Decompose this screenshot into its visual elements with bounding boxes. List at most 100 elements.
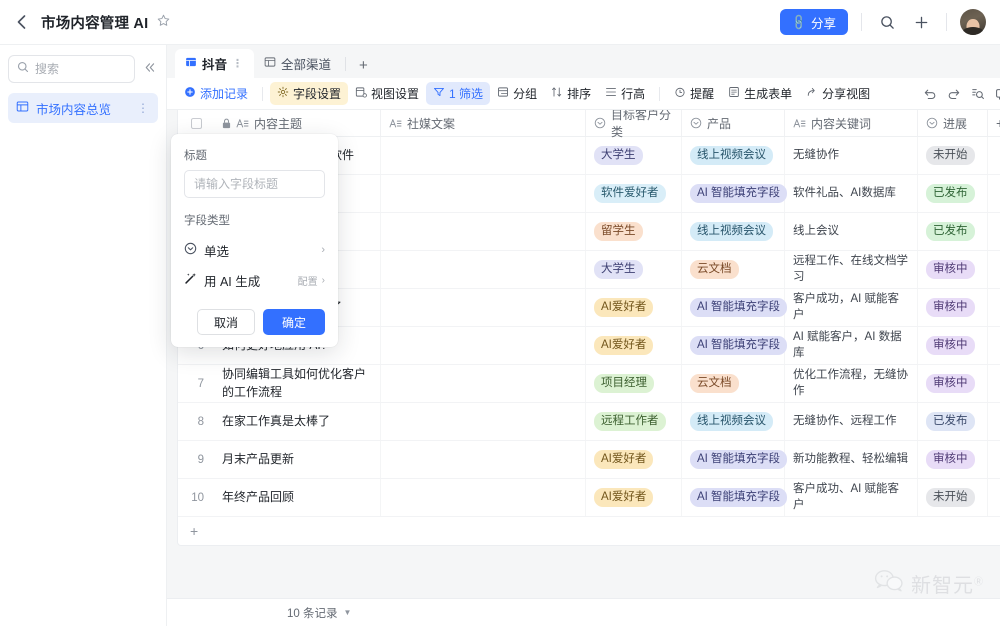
table-row[interactable]: 9 月末产品更新 AI爱好者 AI 智能填充字段 新功能教程、轻松编辑 审核中 [178,441,1000,479]
chevron-double-left-icon[interactable] [141,59,158,79]
table-row[interactable]: 8 在家工作真是太棒了 远程工作者 线上视频会议 无缝协作、远程工作 已发布 [178,403,1000,441]
search-input[interactable] [35,62,126,76]
cell-keywords[interactable]: 线上会议 [785,213,918,250]
cell-keywords[interactable]: 优化工作流程，无缝协作 [785,365,918,402]
add-column-button[interactable]: + [988,110,1000,136]
sort-button[interactable]: 排序 [544,82,598,105]
redo-icon[interactable] [943,83,965,105]
cell-keywords[interactable]: 软件礼品、AI数据库 [785,175,918,212]
cell-keywords[interactable]: 新功能教程、轻松编辑 [785,441,918,478]
cell-product[interactable]: AI 智能填充字段 [682,327,788,364]
column-header-progress[interactable]: 进展 [918,110,988,136]
cell-customer[interactable]: 软件爱好者 [586,175,682,212]
cell-topic[interactable]: 在家工作真是太棒了 [214,403,381,440]
field-title-input-wrap[interactable] [184,170,325,198]
cell-product[interactable]: AI 智能填充字段 [682,289,788,326]
cell-keywords[interactable]: 客户成功，AI 赋能客户 [785,289,918,326]
filter-button[interactable]: 1 筛选 [426,82,491,105]
chevron-down-icon[interactable]: ▼ [344,608,352,617]
search-box[interactable] [8,55,135,83]
cell-customer[interactable]: AI爱好者 [586,327,682,364]
avatar[interactable] [960,9,986,35]
cell-progress[interactable]: 审核中 [918,441,988,478]
cell-customer[interactable]: 大学生 [586,251,682,288]
cell-keywords[interactable]: 客户成功、AI 赋能客户 [785,479,918,516]
row-height-button[interactable]: 行高 [598,82,652,105]
cell-product[interactable]: 线上视频会议 [682,403,785,440]
tab-douyin[interactable]: 抖音 ⋮ [175,49,255,78]
cell-customer[interactable]: AI爱好者 [586,479,682,516]
field-settings-button[interactable]: 字段设置 [270,82,349,105]
column-header-customer[interactable]: 目标客户分类 [586,110,682,139]
cell-progress[interactable]: 已发布 [918,213,988,250]
cell-customer[interactable]: AI爱好者 [586,289,682,326]
sidebar-item-overview[interactable]: 市场内容总览 ⋮ [8,93,158,123]
cell-product[interactable]: 线上视频会议 [682,137,785,174]
star-outline-icon[interactable] [157,14,170,30]
cell-topic[interactable]: 年终产品回顾 [214,479,381,516]
cell-customer[interactable]: 项目经理 [586,365,682,402]
cell-product[interactable]: 云文档 [682,251,785,288]
share-view-button[interactable]: 分享视图 [799,82,877,105]
cell-progress[interactable]: 未开始 [918,137,988,174]
search-icon[interactable] [875,10,899,34]
cell-social-copy[interactable] [381,137,586,174]
configure-link[interactable]: 配置 › [298,273,325,288]
back-icon[interactable] [10,11,32,33]
cell-social-copy[interactable] [381,175,586,212]
comment-icon[interactable] [991,83,1000,105]
cell-social-copy[interactable] [381,365,586,402]
cell-keywords[interactable]: 无缝协作、远程工作 [785,403,918,440]
cell-product[interactable]: 云文档 [682,365,785,402]
cell-progress[interactable]: 审核中 [918,365,988,402]
cell-keywords[interactable]: AI 赋能客户，AI 数据库 [785,327,918,364]
cell-customer[interactable]: 大学生 [586,137,682,174]
cancel-button[interactable]: 取消 [196,309,255,335]
cell-social-copy[interactable] [381,213,586,250]
group-button[interactable]: 分组 [490,82,544,105]
cell-progress[interactable]: 审核中 [918,327,988,364]
table-row[interactable]: 10 年终产品回顾 AI爱好者 AI 智能填充字段 客户成功、AI 赋能客户 未开始 [178,479,1000,517]
cell-product[interactable]: AI 智能填充字段 [682,479,788,516]
cell-social-copy[interactable] [381,403,586,440]
column-header-topic[interactable]: 内容主题 [214,110,381,136]
cell-keywords[interactable]: 无缝协作 [785,137,918,174]
cell-keywords[interactable]: 远程工作、在线文档学习 [785,251,918,288]
generate-form-button[interactable]: 生成表单 [721,82,799,105]
cell-progress[interactable]: 审核中 [918,251,988,288]
plus-icon[interactable] [909,10,933,34]
cell-product[interactable]: 线上视频会议 [682,213,785,250]
cell-progress[interactable]: 未开始 [918,479,988,516]
add-row-button[interactable]: + [178,517,1000,545]
tab-all-channels[interactable]: 全部渠道 [254,49,341,78]
column-header-keywords[interactable]: 内容关键词 [785,110,918,136]
confirm-button[interactable]: 确定 [262,309,325,335]
column-header-copy[interactable]: 社媒文案 [381,110,586,136]
column-header-product[interactable]: 产品 [682,110,785,136]
reminder-button[interactable]: 提醒 [667,82,721,105]
cell-topic[interactable]: 协同编辑工具如何优化客户的工作流程 [214,365,381,402]
cell-social-copy[interactable] [381,441,586,478]
sidebar-item-more-icon[interactable]: ⋮ [137,101,150,115]
field-type-option-ai-generate[interactable]: 用 AI 生成 配置 › [184,265,325,295]
cell-social-copy[interactable] [381,289,586,326]
cell-customer[interactable]: 留学生 [586,213,682,250]
cell-product[interactable]: AI 智能填充字段 [682,441,788,478]
field-title-input[interactable] [194,177,315,191]
cell-social-copy[interactable] [381,327,586,364]
cell-topic[interactable]: 月末产品更新 [214,441,381,478]
table-row[interactable]: 7 协同编辑工具如何优化客户的工作流程 项目经理 云文档 优化工作流程，无缝协作 审核中 [178,365,1000,403]
cell-progress[interactable]: 已发布 [918,403,988,440]
cell-customer[interactable]: AI爱好者 [586,441,682,478]
undo-icon[interactable] [919,83,941,105]
select-all-checkbox[interactable] [178,110,214,136]
cell-customer[interactable]: 远程工作者 [586,403,682,440]
cell-progress[interactable]: 已发布 [918,175,988,212]
cell-progress[interactable]: 审核中 [918,289,988,326]
cell-social-copy[interactable] [381,251,586,288]
add-record-button[interactable]: 添加记录 [177,82,255,105]
search-in-table-icon[interactable] [967,83,989,105]
add-view-button[interactable]: + [350,57,377,78]
share-button[interactable]: 🔗 分享 [780,9,848,35]
cell-product[interactable]: AI 智能填充字段 [682,175,788,212]
